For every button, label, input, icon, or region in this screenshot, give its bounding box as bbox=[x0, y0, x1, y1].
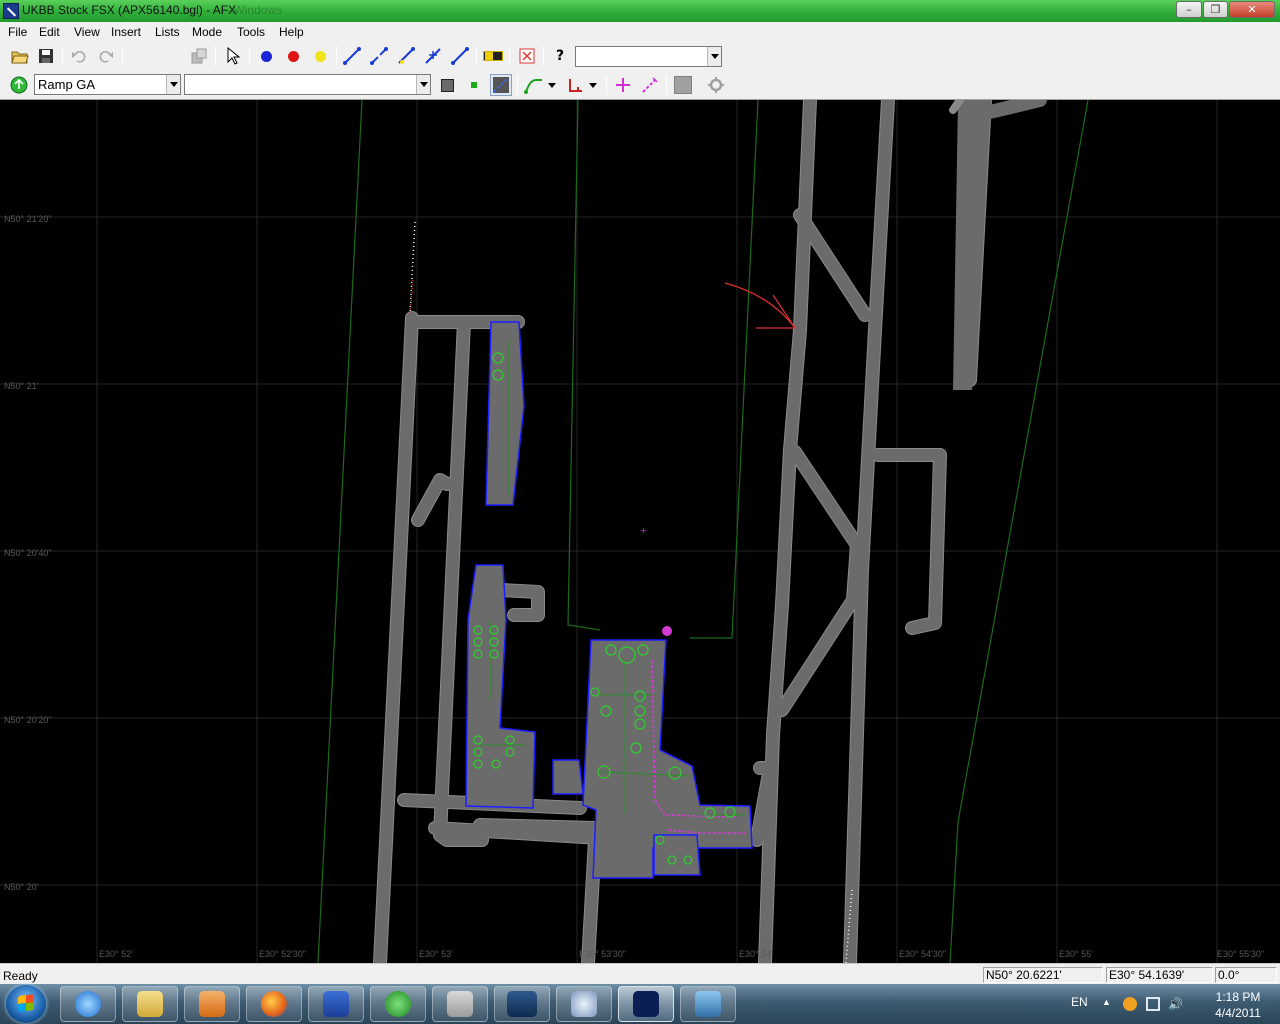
internet-explorer-icon[interactable] bbox=[60, 986, 116, 1022]
delete-icon[interactable] bbox=[516, 45, 538, 67]
yellow-point-icon[interactable] bbox=[309, 45, 331, 67]
magenta-link-icon[interactable] bbox=[639, 74, 661, 96]
menu-tools[interactable]: Tools bbox=[237, 25, 265, 39]
help-icon[interactable]: ? bbox=[549, 45, 571, 67]
select-arrow-icon[interactable] bbox=[222, 45, 244, 67]
line-tool-3-icon[interactable] bbox=[395, 45, 417, 67]
start-button[interactable] bbox=[6, 985, 46, 1023]
apron-areas bbox=[465, 321, 753, 879]
chevron-down-icon[interactable] bbox=[166, 75, 180, 94]
taxi-sign-icon[interactable] bbox=[482, 45, 504, 67]
system-tray: EN ▲ 🔊 1:18 PM 4/4/2011 bbox=[1060, 984, 1280, 1024]
chevron-down-icon[interactable] bbox=[545, 74, 559, 96]
gray-square-icon[interactable] bbox=[672, 74, 694, 96]
menu-lists[interactable]: Lists bbox=[155, 25, 180, 39]
lat-label: N50° 21'20" bbox=[4, 214, 52, 224]
menu-insert[interactable]: Insert bbox=[111, 25, 141, 39]
lon-label: E30° 54' bbox=[739, 949, 773, 959]
lat-label: N50° 20'20" bbox=[4, 715, 52, 725]
status-bar: Ready N50° 20.6221' E30° 54.1639' 0.0° bbox=[0, 963, 1280, 984]
network-icon[interactable] bbox=[1146, 997, 1160, 1011]
chevron-down-icon[interactable] bbox=[707, 47, 721, 66]
redo-icon[interactable] bbox=[95, 45, 117, 67]
menu-edit[interactable]: Edit bbox=[39, 25, 60, 39]
afx-app-icon[interactable] bbox=[3, 3, 19, 19]
menu-mode[interactable]: Mode bbox=[192, 25, 222, 39]
map-canvas[interactable]: + N50° 21'20" N50° 21' N50° 20'40" N50° … bbox=[0, 100, 1280, 963]
clock-date[interactable]: 4/4/2011 bbox=[1208, 1006, 1268, 1020]
lon-label: E30° 53' bbox=[419, 949, 453, 959]
minimize-button[interactable]: – bbox=[1176, 1, 1202, 18]
windows-taskbar: EN ▲ 🔊 1:18 PM 4/4/2011 bbox=[0, 984, 1280, 1024]
file-explorer-icon[interactable] bbox=[122, 986, 178, 1022]
open-folder-icon[interactable] bbox=[9, 45, 31, 67]
lon-label: E30° 52' bbox=[99, 949, 133, 959]
red-bracket-icon[interactable] bbox=[564, 74, 586, 96]
language-indicator[interactable]: EN bbox=[1071, 995, 1088, 1009]
save-disk-icon[interactable] bbox=[308, 986, 364, 1022]
lat-label: N50° 20'40" bbox=[4, 548, 52, 558]
lat-label: N50° 21' bbox=[4, 381, 39, 391]
afx-taskbar-icon[interactable] bbox=[618, 986, 674, 1022]
line-tool-4-icon[interactable] bbox=[422, 45, 444, 67]
line-tool-5-icon[interactable] bbox=[449, 45, 471, 67]
magenta-plus-icon[interactable] bbox=[612, 74, 634, 96]
status-text: Ready bbox=[3, 969, 38, 983]
lon-label: E30° 54'30" bbox=[899, 949, 947, 959]
afx-window: UKBB Stock FSX (APX56140.bgl) - AFX - Wi… bbox=[0, 0, 1280, 1024]
chevron-down-icon[interactable] bbox=[586, 74, 600, 96]
window-title: UKBB Stock FSX (APX56140.bgl) - AFX bbox=[22, 3, 237, 17]
menu-file[interactable]: File bbox=[8, 25, 27, 39]
taxi-line-toggle-icon[interactable] bbox=[490, 74, 512, 96]
rex-icon[interactable] bbox=[494, 986, 550, 1022]
rotate-gear-icon[interactable] bbox=[705, 74, 727, 96]
maximize-button[interactable]: ❐ bbox=[1203, 1, 1228, 18]
green-status-icon[interactable] bbox=[8, 74, 30, 96]
volume-icon[interactable]: 🔊 bbox=[1168, 997, 1183, 1011]
longitude-readout: E30° 54.1639' bbox=[1106, 967, 1213, 983]
chevron-down-icon[interactable] bbox=[416, 75, 430, 94]
lon-label: E30° 55' bbox=[1059, 949, 1093, 959]
utorrent-icon[interactable] bbox=[370, 986, 426, 1022]
main-toolbar: ? bbox=[0, 42, 1280, 71]
menu-view[interactable]: View bbox=[74, 25, 100, 39]
close-button[interactable]: ✕ bbox=[1229, 1, 1275, 18]
image-viewer-icon[interactable] bbox=[680, 986, 736, 1022]
tray-expand-icon[interactable]: ▲ bbox=[1102, 997, 1116, 1011]
center-marker: + bbox=[640, 526, 647, 535]
undo-icon[interactable] bbox=[68, 45, 90, 67]
media-player-icon[interactable] bbox=[184, 986, 240, 1022]
annotation-arrow bbox=[724, 282, 797, 329]
lon-label: E30° 53'30" bbox=[579, 949, 627, 959]
network-tool-icon[interactable] bbox=[432, 986, 488, 1022]
window-title-ghost: - Windows bbox=[226, 3, 283, 17]
heading-readout: 0.0° bbox=[1215, 967, 1277, 983]
toolbar-dropdown[interactable] bbox=[575, 46, 722, 67]
title-bar: UKBB Stock FSX (APX56140.bgl) - AFX - Wi… bbox=[0, 0, 1280, 22]
parking-toolbar: Ramp GA bbox=[0, 71, 1280, 100]
lon-label: E30° 55'30" bbox=[1217, 949, 1265, 959]
search-viewer-icon[interactable] bbox=[556, 986, 612, 1022]
line-tool-2-icon[interactable] bbox=[368, 45, 390, 67]
clock-time[interactable]: 1:18 PM bbox=[1208, 990, 1268, 1004]
firefox-icon[interactable] bbox=[246, 986, 302, 1022]
save-icon[interactable] bbox=[35, 45, 57, 67]
parking-type-select[interactable]: Ramp GA bbox=[34, 74, 181, 95]
green-path-icon[interactable] bbox=[523, 74, 545, 96]
fill-square-icon[interactable] bbox=[436, 74, 458, 96]
latitude-readout: N50° 20.6221' bbox=[983, 967, 1103, 983]
copy-disabled-icon[interactable] bbox=[188, 45, 210, 67]
tray-app-icon[interactable] bbox=[1123, 997, 1137, 1011]
airport-layout-svg[interactable]: + bbox=[0, 100, 1280, 963]
parking-name-select[interactable] bbox=[184, 74, 431, 95]
red-point-icon[interactable] bbox=[282, 45, 304, 67]
lat-label: N50° 20' bbox=[4, 882, 39, 892]
blue-point-icon[interactable] bbox=[255, 45, 277, 67]
menu-bar: File Edit View Insert Lists Mode Tools H… bbox=[0, 22, 1280, 42]
menu-help[interactable]: Help bbox=[279, 25, 304, 39]
small-green-square-icon[interactable] bbox=[463, 74, 485, 96]
airport-reference-marker bbox=[662, 626, 672, 636]
line-tool-1-icon[interactable] bbox=[341, 45, 363, 67]
lon-label: E30° 52'30" bbox=[259, 949, 307, 959]
